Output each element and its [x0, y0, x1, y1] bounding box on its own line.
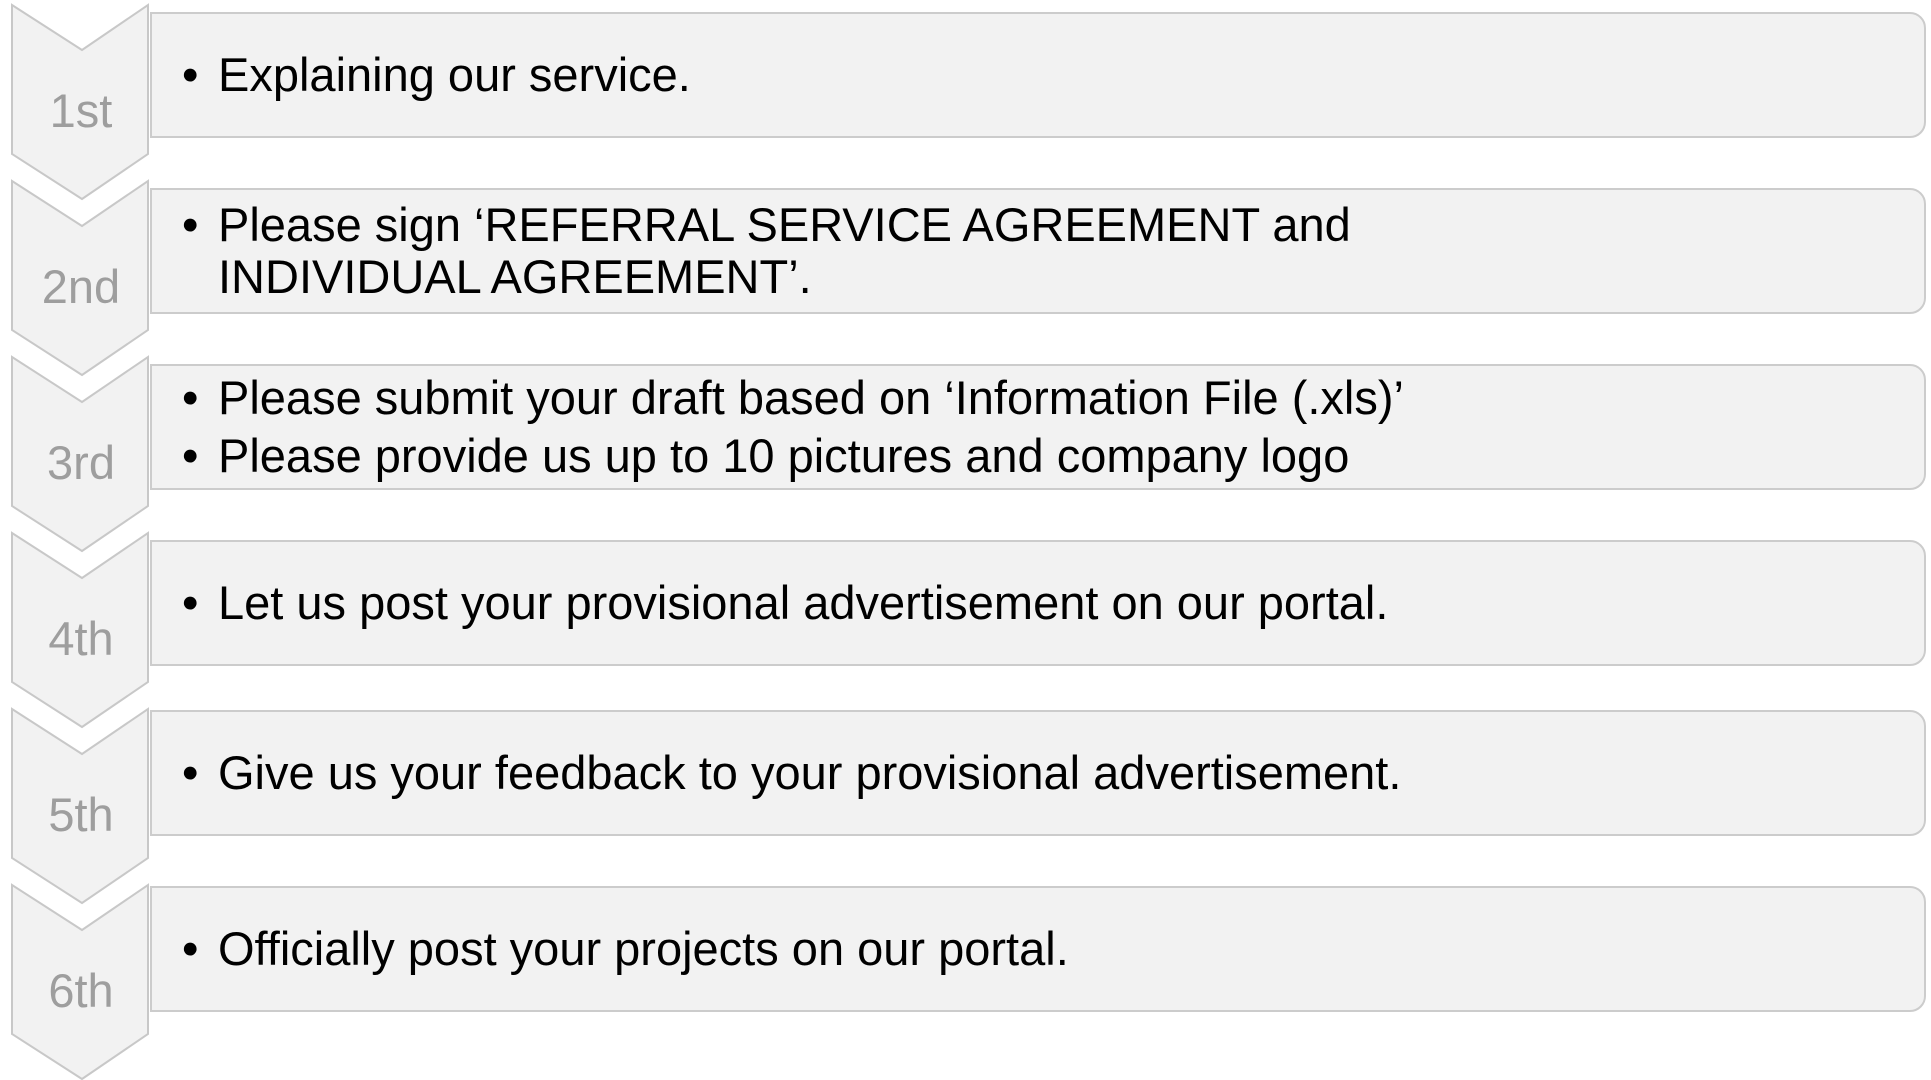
- step-4-chevron: 4th: [0, 531, 162, 732]
- step-6-bullet-1: Officially post your projects on our por…: [182, 923, 1894, 976]
- step-4-label: 4th: [48, 612, 114, 665]
- step-1-label: 1st: [49, 84, 113, 137]
- step-2-bullet-1: Please sign ‘REFERRAL SERVICE AGREEMENT …: [182, 199, 1894, 303]
- step-1-bullet-1: Explaining our service.: [182, 49, 1894, 102]
- step-3-box: Please submit your draft based on ‘Infor…: [150, 364, 1926, 490]
- step-4-box: Let us post your provisional advertiseme…: [150, 540, 1926, 666]
- step-5-bullet-1: Give us your feedback to your provisiona…: [182, 747, 1894, 800]
- step-5-box: Give us your feedback to your provisiona…: [150, 710, 1926, 836]
- step-1-chevron: 1st: [0, 3, 162, 204]
- step-2-box: Please sign ‘REFERRAL SERVICE AGREEMENT …: [150, 188, 1926, 314]
- step-1-box: Explaining our service.: [150, 12, 1926, 138]
- step-6-box: Officially post your projects on our por…: [150, 886, 1926, 1012]
- step-3-label: 3rd: [47, 436, 115, 489]
- step-4-bullet-1: Let us post your provisional advertiseme…: [182, 577, 1894, 630]
- step-2-label: 2nd: [41, 260, 121, 313]
- process-diagram: 1st Explaining our service. 2nd Please s…: [0, 0, 1931, 1080]
- step-6-chevron: 6th: [0, 883, 162, 1080]
- step-2-chevron: 2nd: [0, 179, 162, 380]
- step-3-bullet-2: Please provide us up to 10 pictures and …: [182, 430, 1894, 483]
- step-6-label: 6th: [48, 964, 114, 1017]
- step-3-bullet-1: Please submit your draft based on ‘Infor…: [182, 372, 1894, 425]
- step-3-chevron: 3rd: [0, 355, 162, 556]
- step-5-label: 5th: [48, 788, 114, 841]
- step-5-chevron: 5th: [0, 707, 162, 908]
